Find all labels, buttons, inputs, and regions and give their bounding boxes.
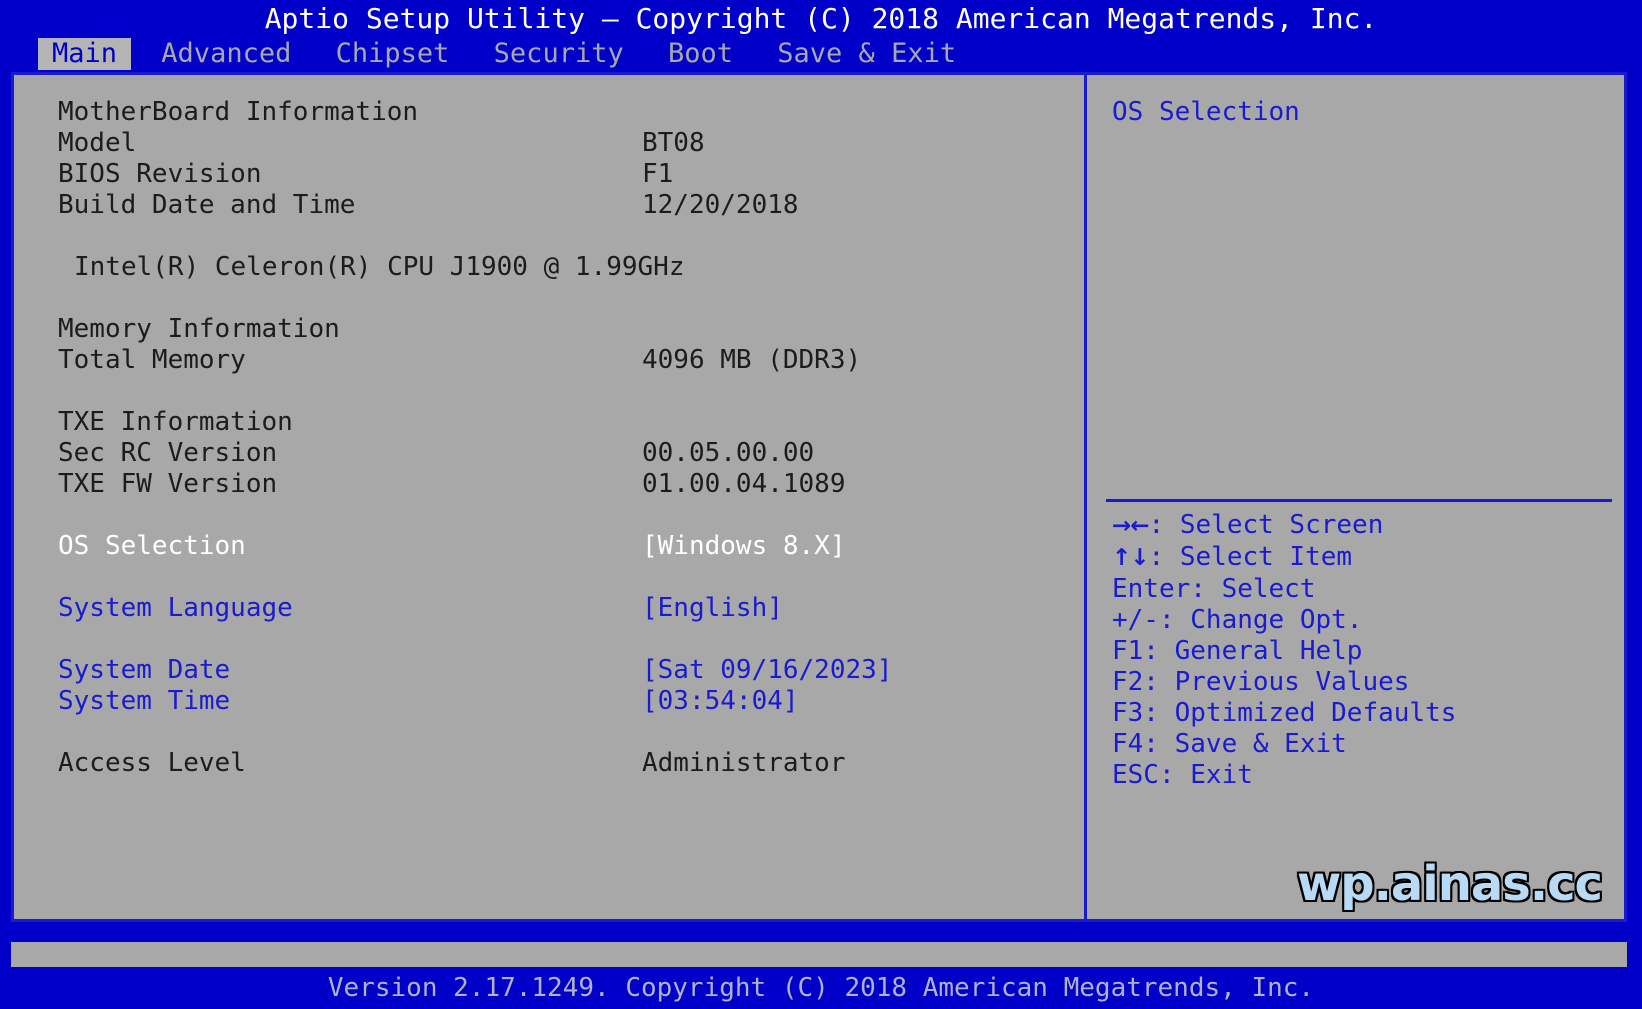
legend-select-item: ↑↓: Select Item [1090,542,1624,574]
bios-revision-label: BIOS Revision [58,159,262,189]
motherboard-info-heading-label: MotherBoard Information [58,97,419,127]
legend-change-opt: +/-: Change Opt. [1112,605,1363,635]
build-date-label: Build Date and Time [58,190,356,220]
model-value: BT08 [642,128,705,158]
os-selection-value[interactable]: [Windows 8.X] [642,531,846,562]
tab-security[interactable]: Security [480,38,638,70]
cpu-info-label: Intel(R) Celeron(R) CPU J1900 @ 1.99GHz [74,252,685,282]
watermark: wp.ainas.cc [1296,856,1603,912]
row-build-date: Build Date and Time 12/20/2018 [14,190,1084,221]
key-legend: →←: Select Screen ↑↓: Select Item Enter:… [1090,510,1624,791]
txe-fw-version-label: TXE FW Version [58,469,278,499]
legend-save-and-exit: F4: Save & Exit [1112,729,1347,759]
legend-previous-values: F2: Previous Values [1112,667,1410,697]
legend-enter-select: Enter: Select [1112,574,1316,604]
arrow-left-right-icon: →← [1112,513,1150,539]
tab-boot[interactable]: Boot [654,38,747,70]
memory-info-heading-label: Memory Information [58,314,340,344]
content-frame: MotherBoard Information Model BT08 BIOS … [11,72,1627,922]
row-system-language[interactable]: System Language [English] [14,593,1084,624]
row-access-level: Access Level Administrator [14,748,1084,779]
arrow-up-down-icon: ↑↓ [1112,545,1150,571]
tab-chipset[interactable]: Chipset [322,38,464,70]
motherboard-info-heading: MotherBoard Information [14,97,1084,128]
row-system-time[interactable]: System Time [03:54:04] [14,686,1084,717]
system-language-value[interactable]: [English] [642,593,783,624]
build-date-value: 12/20/2018 [642,190,799,220]
legend-select-screen-text: : Select Screen [1148,510,1384,540]
help-title: OS Selection [1112,97,1300,127]
legend-optimized-defaults: F3: Optimized Defaults [1112,698,1457,728]
system-date-label: System Date [58,655,231,685]
txe-fw-version-value: 01.00.04.1089 [642,469,846,499]
system-time-label: System Time [58,686,231,716]
row-model: Model BT08 [14,128,1084,159]
row-txe-fw-version: TXE FW Version 01.00.04.1089 [14,469,1084,500]
row-sec-rc-version: Sec RC Version 00.05.00.00 [14,438,1084,469]
legend-select-screen: →←: Select Screen [1090,510,1624,542]
tab-main[interactable]: Main [38,38,132,70]
total-memory-label: Total Memory [58,345,246,375]
row-bios-revision: BIOS Revision F1 [14,159,1084,190]
memory-info-heading: Memory Information [14,314,1084,345]
bios-revision-value: F1 [642,159,674,189]
access-level-value: Administrator [642,748,846,778]
legend-select-item-text: : Select Item [1148,542,1353,572]
system-time-value[interactable]: [03:54:04] [642,686,799,717]
sec-rc-version-label: Sec RC Version [58,438,278,468]
row-system-date[interactable]: System Date [Sat 09/16/2023] [14,655,1084,686]
access-level-label: Access Level [58,748,246,778]
settings-pane: MotherBoard Information Model BT08 BIOS … [14,75,1087,919]
tab-save-and-exit[interactable]: Save & Exit [763,38,970,70]
sec-rc-version-value: 00.05.00.00 [642,438,815,468]
model-label: Model [58,128,137,158]
menu-tab-bar: Main Advanced Chipset Security Boot Save… [0,38,1642,70]
txe-info-heading-label: TXE Information [58,407,293,437]
txe-info-heading: TXE Information [14,407,1084,438]
legend-general-help: F1: General Help [1112,636,1363,666]
total-memory-value: 4096 MB (DDR3) [642,345,862,375]
tab-advanced[interactable]: Advanced [147,38,305,70]
row-os-selection[interactable]: OS Selection [Windows 8.X] [14,531,1084,562]
row-total-memory: Total Memory 4096 MB (DDR3) [14,345,1084,376]
footer-gap-strip [11,942,1627,967]
legend-esc-exit: ESC: Exit [1112,760,1253,790]
row-cpu-info: Intel(R) Celeron(R) CPU J1900 @ 1.99GHz [14,252,1084,283]
system-language-label: System Language [58,593,293,623]
help-divider [1106,499,1612,502]
help-pane: OS Selection →←: Select Screen ↑↓: Selec… [1090,75,1624,919]
os-selection-label: OS Selection [58,531,246,561]
bios-setup-screen: Aptio Setup Utility – Copyright (C) 2018… [0,0,1642,1009]
version-footer: Version 2.17.1249. Copyright (C) 2018 Am… [0,967,1642,1009]
system-date-value[interactable]: [Sat 09/16/2023] [642,655,892,686]
window-title: Aptio Setup Utility – Copyright (C) 2018… [0,0,1642,38]
